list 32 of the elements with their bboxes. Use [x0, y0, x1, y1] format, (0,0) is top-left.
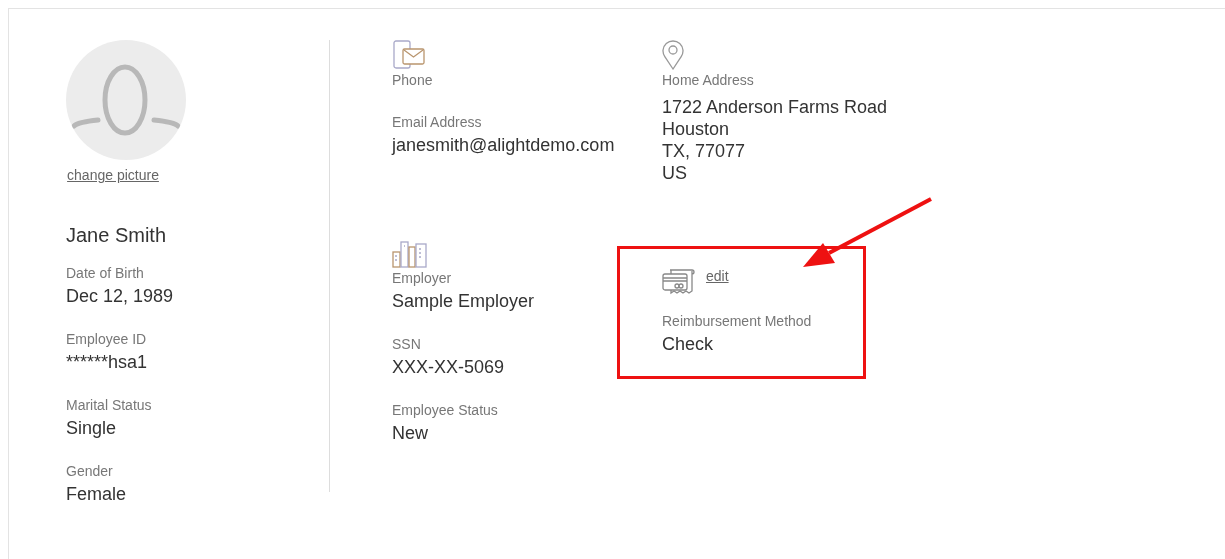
field-value: Sample Employer: [392, 290, 535, 313]
edit-link[interactable]: edit: [706, 268, 729, 284]
field-label: SSN: [392, 335, 421, 354]
field-label: Employee ID: [66, 330, 147, 349]
field-label: Employer: [392, 269, 452, 288]
avatar-icon: [66, 40, 186, 160]
field-label: Email Address: [392, 113, 482, 132]
field-value: janesmith@alightdemo.com: [392, 134, 615, 157]
field-label: Phone: [392, 71, 433, 90]
field-value: Check: [662, 333, 714, 356]
change-picture-link[interactable]: change picture: [67, 167, 159, 183]
field-value: Dec 12, 1989: [66, 285, 174, 308]
address-line: US: [662, 162, 688, 184]
employee-name: Jane Smith: [66, 224, 168, 247]
field-value: Female: [66, 483, 127, 506]
field-label: Employee Status: [392, 401, 498, 420]
field-value: Single: [66, 417, 117, 440]
field-label: Gender: [66, 462, 113, 481]
address-line: 1722 Anderson Farms Road: [662, 96, 889, 118]
field-value: ******hsa1: [66, 351, 148, 374]
address-line: TX, 77077: [662, 140, 747, 162]
location-pin-icon: [662, 40, 684, 70]
field-value: New: [392, 422, 428, 445]
check-card-icon: [662, 267, 696, 297]
field-label: Home Address: [662, 71, 754, 90]
field-label: Marital Status: [66, 396, 152, 415]
field-value: XXX-XX-5069: [392, 356, 505, 379]
address-line: Houston: [662, 118, 731, 140]
field-label: Date of Birth: [66, 264, 144, 283]
buildings-icon: [392, 240, 428, 268]
field-label: Reimbursement Method: [662, 312, 812, 331]
phone-mail-icon: [392, 40, 426, 70]
